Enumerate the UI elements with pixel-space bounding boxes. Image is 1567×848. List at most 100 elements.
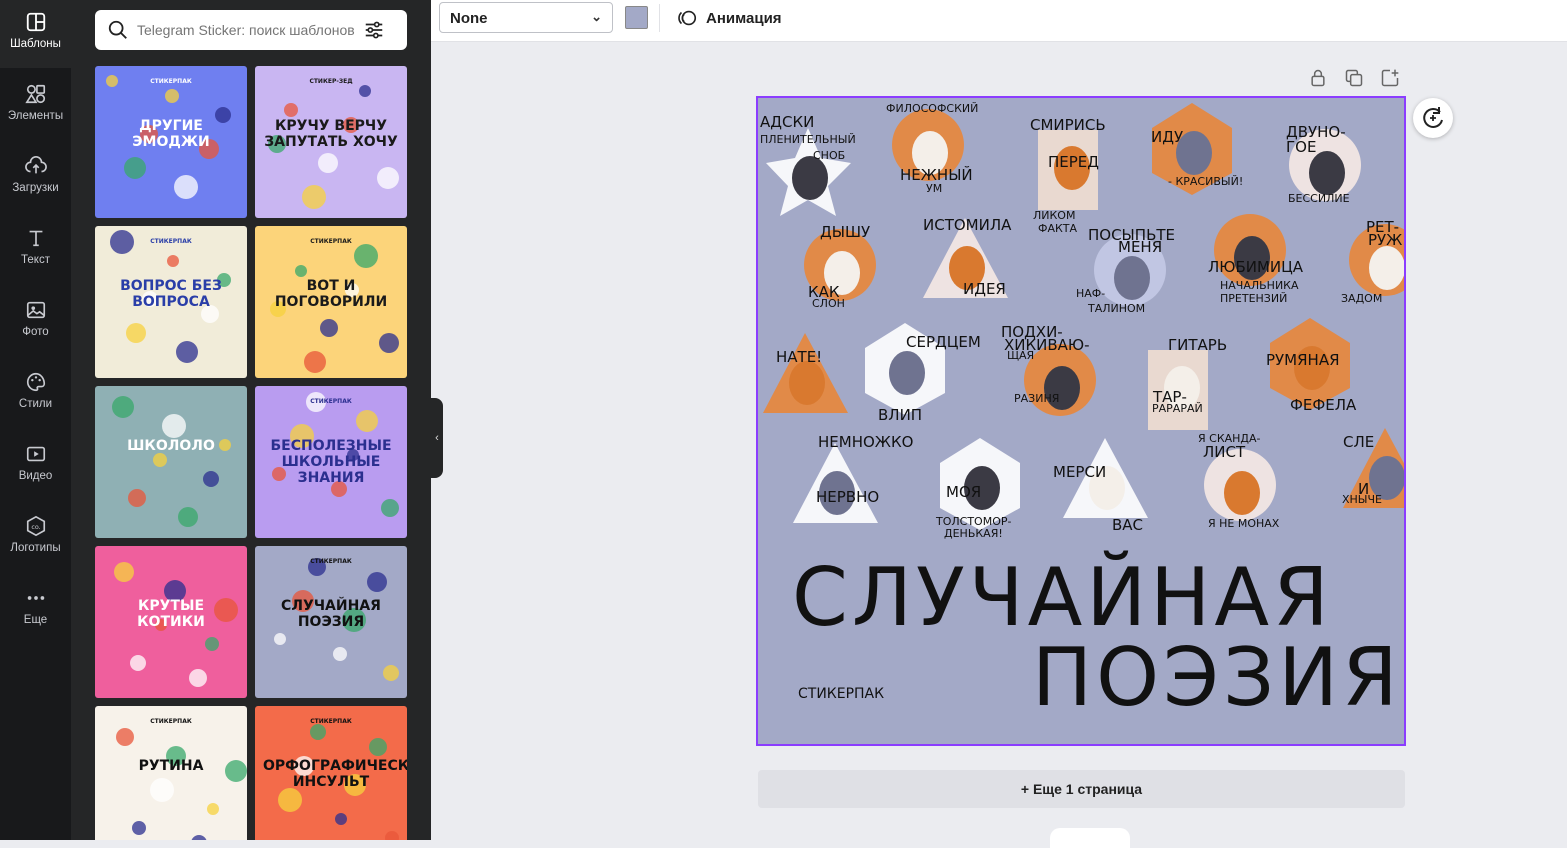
cat-illustration — [1114, 256, 1150, 300]
sticker-word[interactable]: СЕРДЦЕМ — [906, 333, 981, 351]
nav-text[interactable]: Текст — [0, 216, 71, 284]
template-thumbnail[interactable]: СТИКЕРПАК ОРФОГРАФИЧЕСКИЙ ИНСУЛЬТ — [255, 706, 407, 840]
nav-styles[interactable]: Стили — [0, 360, 71, 428]
nav-photos[interactable]: Фото — [0, 288, 71, 356]
sticker-word[interactable]: ФИЛОСОФСКИЙ — [886, 102, 978, 115]
search-bar[interactable] — [95, 10, 407, 50]
template-thumbnail[interactable]: СТИКЕРПАК ВОПРОС БЕЗ ВОПРОСА — [95, 226, 247, 378]
sticker-word[interactable]: СНОБ — [813, 149, 845, 162]
sticker-word[interactable]: Я НЕ МОНАХ — [1208, 517, 1279, 530]
sticker-word[interactable]: ПРЕТЕНЗИЙ — [1220, 292, 1287, 305]
nav-elements[interactable]: Элементы — [0, 72, 71, 140]
design-title-line2[interactable]: ПОЭЗИЯ — [1032, 638, 1402, 718]
sticker-word[interactable]: РУЖ — [1368, 231, 1402, 249]
nav-more[interactable]: Еще — [0, 576, 71, 644]
sticker-word[interactable]: РУМЯНАЯ — [1266, 351, 1340, 369]
sticker-word[interactable]: РАЗИНЯ — [1014, 392, 1059, 405]
sticker-word[interactable]: МЕНЯ — [1118, 238, 1162, 256]
template-thumbnail[interactable]: СТИКЕРПАК БЕСПОЛЕЗНЫЕ ШКОЛЬНЫЕ ЗНАНИЯ — [255, 386, 407, 538]
editor-toolbar: None ⌄ Анимация — [431, 0, 1567, 42]
add-page-button[interactable]: + Еще 1 страница — [758, 770, 1405, 808]
animation-button[interactable]: Анимация — [676, 5, 782, 31]
more-icon — [27, 596, 44, 600]
nav-templates[interactable]: Шаблоны — [0, 0, 71, 68]
template-thumbnail[interactable]: СТИКЕРПАК ДРУГИЕ ЭМОДЖИ — [95, 66, 247, 218]
design-brand[interactable]: СТИКЕРПАК — [798, 686, 884, 702]
sticker-word[interactable]: - КРАСИВЫЙ! — [1168, 175, 1243, 188]
page-tools — [1308, 68, 1400, 88]
template-thumbnail[interactable]: ШКОЛОЛО — [95, 386, 247, 538]
sticker-word[interactable]: ПЛЕНИТЕЛЬНЫЙ — [760, 133, 856, 146]
pages-tab[interactable] — [1050, 828, 1130, 848]
sticker-word[interactable]: УМ — [926, 182, 942, 195]
sticker-word[interactable]: СЛОН — [812, 297, 845, 310]
template-thumbnail[interactable]: КРУТЫЕ КОТИКИ — [95, 546, 247, 698]
photo-icon — [26, 301, 45, 319]
sticker-word[interactable]: ВЛИП — [878, 406, 922, 424]
sticker-word[interactable]: СМИРИСЬ — [1030, 116, 1106, 134]
sticker-word[interactable]: СЛЕ — [1343, 433, 1374, 451]
sticker-word[interactable]: ФЕФЕЛА — [1290, 396, 1356, 414]
sticker-word[interactable]: ЛИСТ — [1203, 443, 1245, 461]
design-title-line1[interactable]: СЛУЧАЙНАЯ — [792, 558, 1333, 638]
template-brand: СТИКЕРПАК — [150, 78, 192, 85]
sticker-word[interactable]: ЛЮБИМИЦА — [1208, 258, 1303, 276]
sticker-word[interactable]: ИДУ — [1151, 128, 1183, 146]
sticker-word[interactable]: ФАКТА — [1038, 222, 1077, 235]
nav-label: Загрузки — [12, 182, 59, 194]
text-color-swatch[interactable] — [625, 6, 648, 29]
sticker-word[interactable]: НЕМНОЖКО — [818, 433, 913, 451]
sticker-word[interactable]: ЗАДОМ — [1341, 292, 1382, 305]
sticker-word[interactable]: НЕРВНО — [816, 488, 879, 506]
template-brand: СТИКЕРПАК — [150, 238, 192, 245]
template-brand: СТИКЕРПАК — [150, 718, 192, 725]
text-icon — [29, 230, 42, 247]
sticker-word[interactable]: АДСКИ — [760, 113, 814, 131]
sticker-word[interactable]: ВАС — [1112, 516, 1143, 534]
nav-logos[interactable]: co. Логотипы — [0, 504, 71, 572]
sticker-word[interactable]: ГОЕ — [1286, 138, 1316, 156]
cat-illustration — [1224, 471, 1260, 515]
collapse-panel-button[interactable]: ‹ — [431, 398, 443, 478]
sticker-word[interactable]: МЕРСИ — [1053, 463, 1106, 481]
sticker-word[interactable]: ПЕРЕД — [1048, 153, 1099, 171]
sticker-word[interactable]: НАТЕ! — [776, 348, 822, 366]
sticker-word[interactable]: ЩАЯ — [1007, 349, 1034, 362]
sticker-word[interactable]: МОЯ — [946, 483, 981, 501]
sticker-word[interactable]: ИСТОМИЛА — [923, 216, 1011, 234]
search-input[interactable] — [137, 22, 357, 38]
nav-uploads[interactable]: Загрузки — [0, 144, 71, 212]
sticker-word[interactable]: НАФ- — [1076, 287, 1105, 300]
side-nav: Шаблоны Элементы Загрузки Текст Фото Сти… — [0, 0, 71, 840]
sticker-word[interactable]: ГИТАРЬ — [1168, 336, 1227, 354]
template-brand: СТИКЕР-ЗЕД — [309, 78, 353, 85]
nav-video[interactable]: Видео — [0, 432, 71, 500]
sticker-word[interactable]: ХНЫЧЕ — [1342, 493, 1382, 506]
template-title: ВОТ И ПОГОВОРИЛИ — [274, 278, 388, 311]
nav-label: Еще — [23, 614, 48, 626]
lock-icon[interactable] — [1308, 68, 1328, 88]
duplicate-icon[interactable] — [1344, 68, 1364, 88]
template-thumbnail[interactable]: СТИКЕРПАК ВОТ И ПОГОВОРИЛИ — [255, 226, 407, 378]
regenerate-button[interactable] — [1413, 98, 1453, 138]
template-thumbnail[interactable]: СТИКЕРПАК СЛУЧАЙНАЯ ПОЭЗИЯ — [255, 546, 407, 698]
template-title: КРУЧУ ВЕРЧУ ЗАПУТАТЬ ХОЧУ — [264, 118, 398, 151]
template-thumbnail[interactable]: СТИКЕР-ЗЕД КРУЧУ ВЕРЧУ ЗАПУТАТЬ ХОЧУ — [255, 66, 407, 218]
add-page-icon[interactable] — [1380, 68, 1400, 88]
sticker-word[interactable]: БЕССИЛИЕ — [1288, 192, 1350, 205]
filter-icon[interactable] — [363, 19, 385, 41]
upload-icon — [24, 156, 47, 174]
sticker-word[interactable]: ИДЕЯ — [963, 280, 1006, 298]
design-canvas[interactable]: АДСКИ ПЛЕНИТЕЛЬНЫЙ СНОБ ФИЛОСОФСКИЙ НЕЖНЫЙ УМ… — [756, 96, 1406, 746]
font-select[interactable]: None ⌄ — [439, 2, 613, 33]
nav-label: Фото — [22, 326, 49, 338]
templates-icon — [26, 12, 45, 32]
sticker-word[interactable]: ТАЛИНОМ — [1088, 302, 1145, 315]
sticker-word[interactable]: НАЧАЛЬНИКА — [1220, 279, 1299, 292]
template-thumbnail[interactable]: СТИКЕРПАК РУТИНА — [95, 706, 247, 840]
toolbar-divider — [659, 4, 660, 32]
sticker-word[interactable]: ДЕНЬКАЯ! — [944, 527, 1003, 540]
sticker-word[interactable]: РАРАРАЙ — [1152, 402, 1203, 415]
sticker-word[interactable]: ДЫШУ — [820, 223, 870, 241]
sticker-word[interactable]: ЛИКОМ — [1033, 209, 1075, 222]
